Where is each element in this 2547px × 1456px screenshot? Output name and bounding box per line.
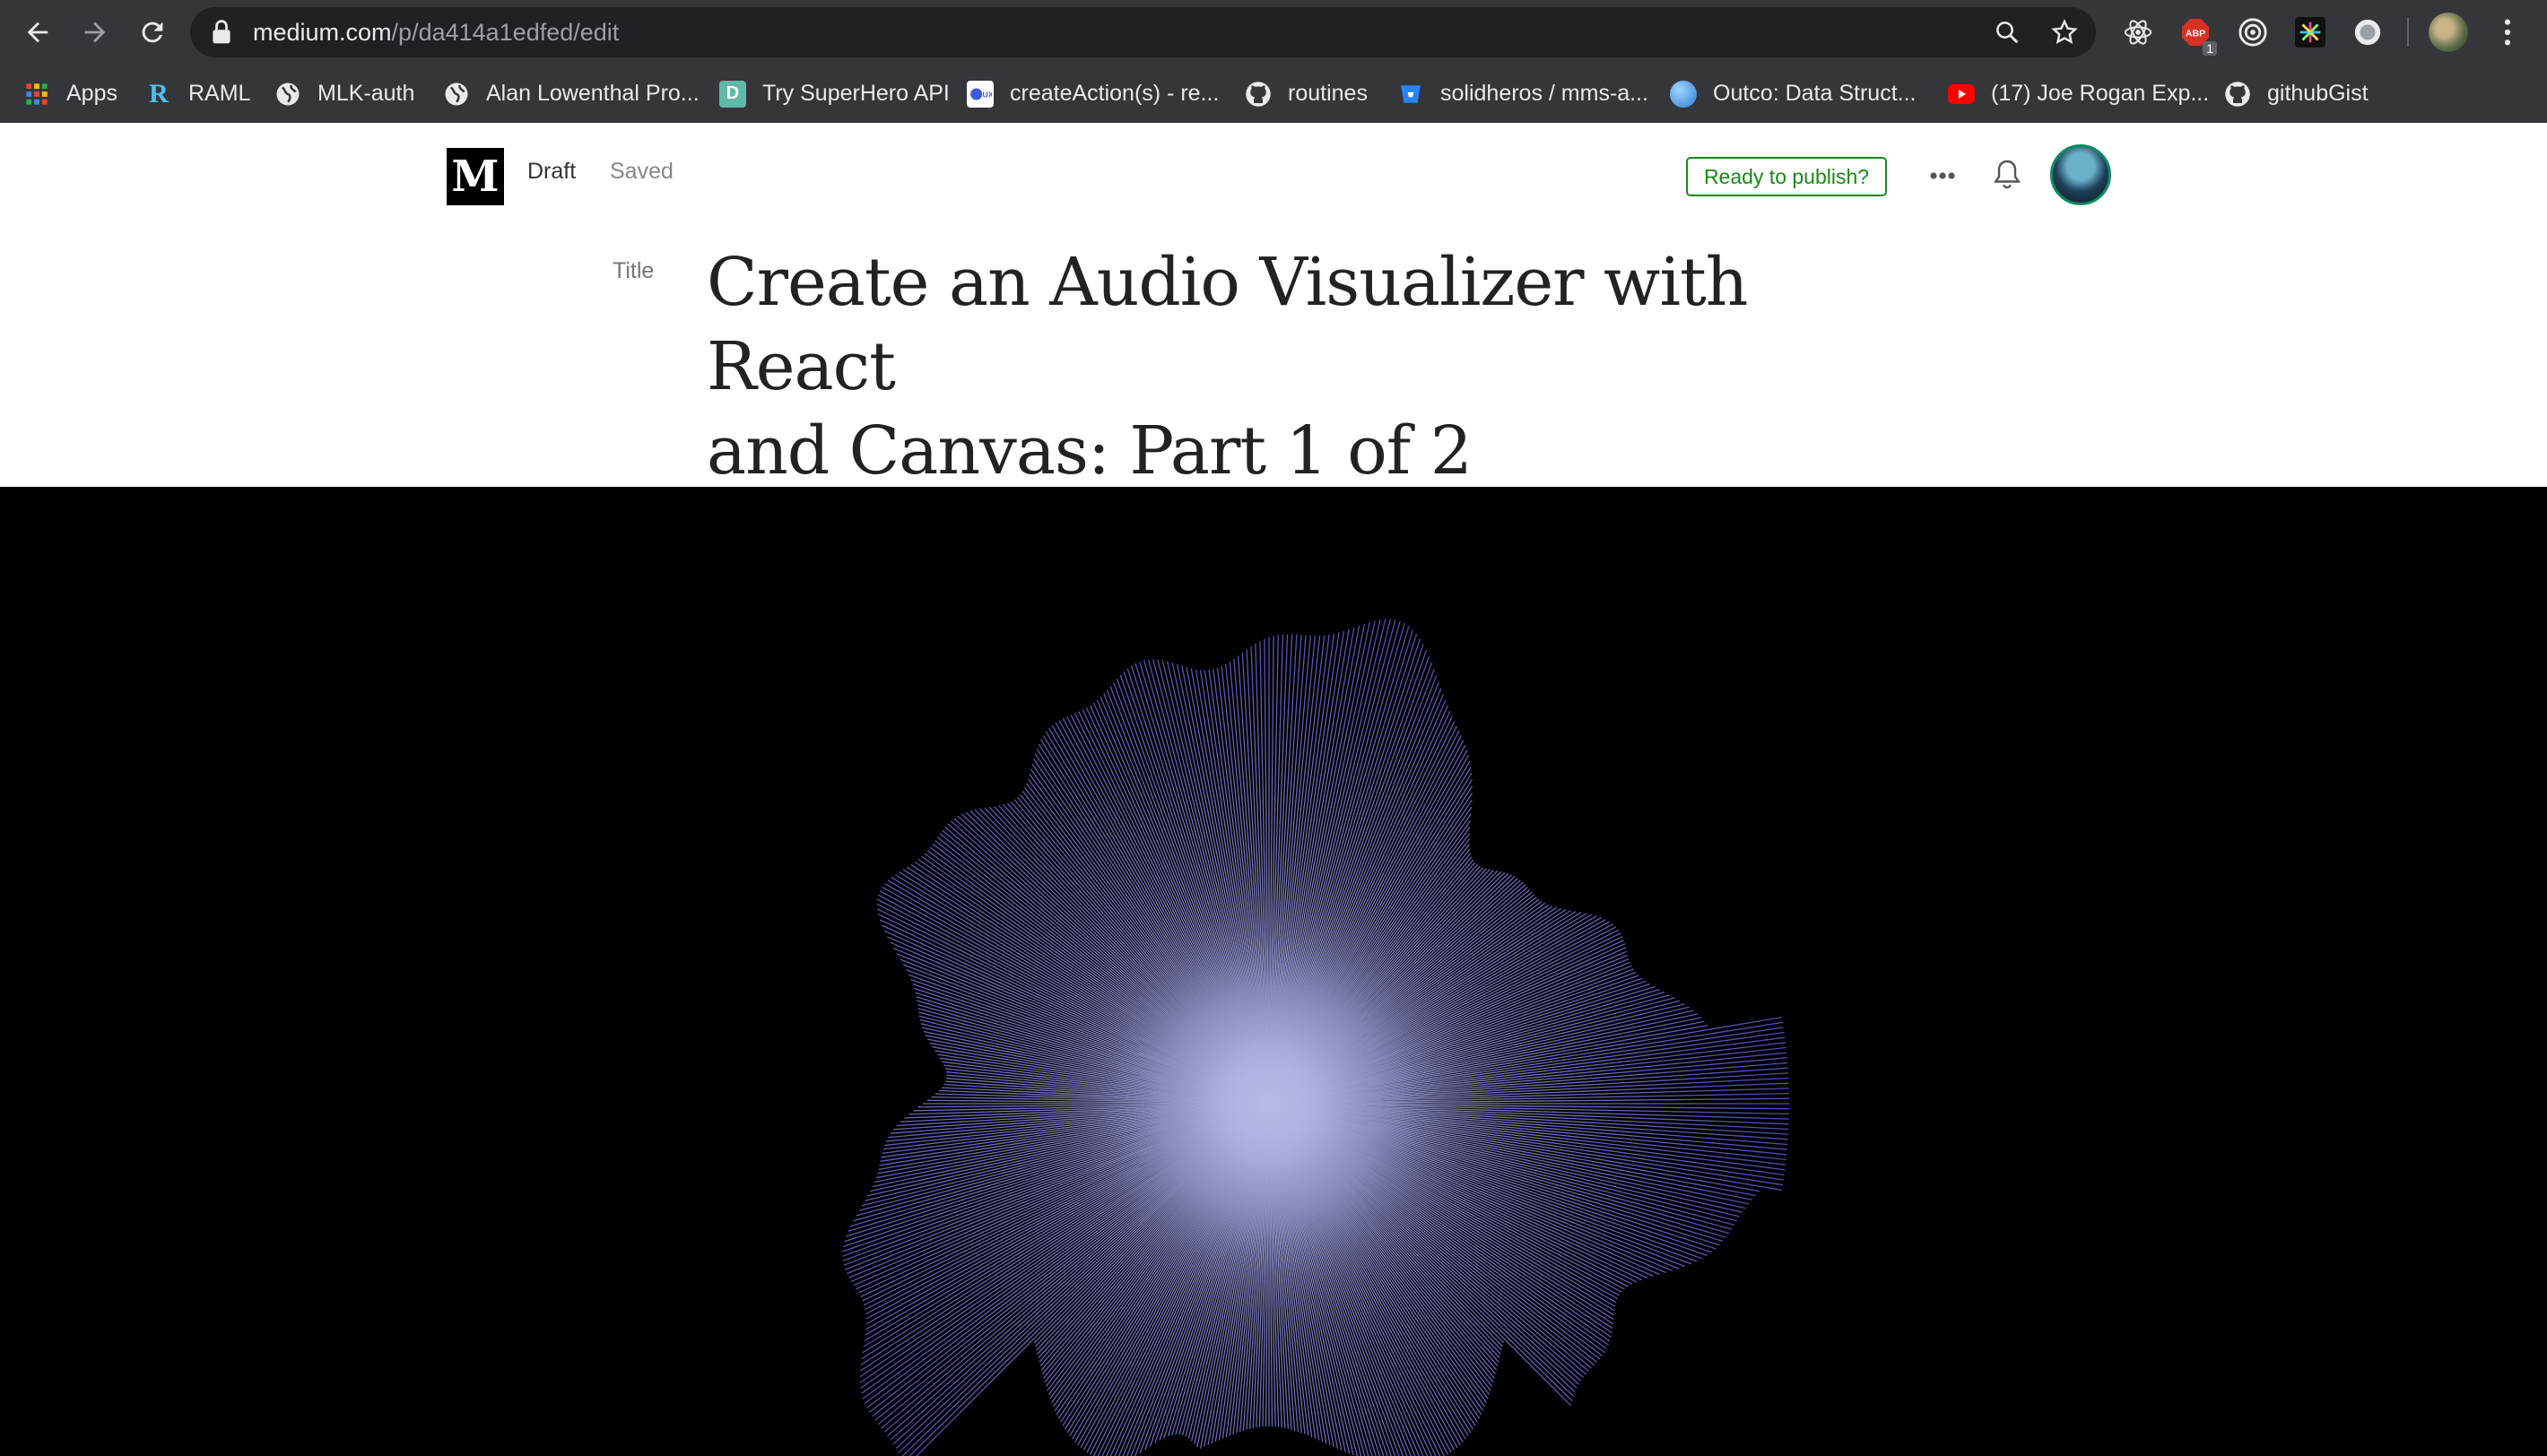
reload-button[interactable] xyxy=(133,13,172,52)
apps-grid-icon xyxy=(23,81,50,108)
bookmark-apps[interactable]: Apps xyxy=(23,65,117,123)
browser-chrome: medium.com/p/da414a1edfed/edit ABP 1 App… xyxy=(0,0,2547,123)
bookmarks-bar: Apps R RAML MLK-auth Alan Lowenthal Pro.… xyxy=(0,65,2547,123)
bookmark-outco[interactable]: Outco: Data Struct... xyxy=(1670,65,1916,123)
lock-icon xyxy=(213,20,230,44)
editor-header: M Draft Saved Ready to publish? xyxy=(0,123,2547,230)
outco-icon xyxy=(1670,80,1697,108)
draft-status: Draft xyxy=(527,159,577,184)
article-title-line-2: and Canvas: Part 1 of 2 xyxy=(707,412,1473,490)
bookmark-label: Alan Lowenthal Pro... xyxy=(486,81,700,106)
visualizer-ray xyxy=(883,1103,1270,1433)
bitbucket-icon xyxy=(1397,81,1424,108)
bookmark-superhero-api[interactable]: D Try SuperHero API xyxy=(719,65,950,123)
address-bar[interactable]: medium.com/p/da414a1edfed/edit xyxy=(190,7,2096,57)
browser-toolbar: medium.com/p/da414a1edfed/edit ABP 1 xyxy=(0,0,2547,65)
toolbar-divider xyxy=(2407,18,2409,47)
svg-text:DUX: DUX xyxy=(977,90,992,99)
raml-icon: R xyxy=(149,78,169,108)
bookmark-youtube[interactable]: (17) Joe Rogan Exp... xyxy=(1948,65,2209,123)
github-icon xyxy=(1245,81,1272,108)
medium-logo[interactable]: M xyxy=(447,148,504,205)
back-arrow-icon xyxy=(27,22,48,43)
d-icon: D xyxy=(719,80,746,108)
bookmark-solidheros[interactable]: solidheros / mms-a... xyxy=(1397,65,1648,123)
bookmark-label: (17) Joe Rogan Exp... xyxy=(1991,81,2210,106)
publish-button[interactable]: Ready to publish? xyxy=(1686,157,1887,196)
record-icon[interactable] xyxy=(2350,14,2386,50)
target-icon[interactable] xyxy=(2235,14,2271,50)
bookmark-label: Try SuperHero API xyxy=(762,81,950,106)
bookmark-createaction[interactable]: DUX createAction(s) - re... xyxy=(967,65,1219,123)
bookmark-star-icon[interactable] xyxy=(2048,16,2081,48)
user-avatar[interactable] xyxy=(2050,144,2111,205)
bookmark-alan-lowenthal[interactable]: Alan Lowenthal Pro... xyxy=(443,65,700,123)
duck-icon: DUX xyxy=(967,80,994,108)
youtube-icon xyxy=(1948,81,1975,108)
reload-icon xyxy=(142,22,163,43)
chrome-menu-icon[interactable] xyxy=(2490,14,2525,50)
saved-status: Saved xyxy=(610,159,674,184)
adblock-badge: 1 xyxy=(2203,41,2217,56)
bookmark-label: solidheros / mms-a... xyxy=(1440,81,1649,106)
article-title-line-1: Create an Audio Visualizer with React xyxy=(707,244,1748,405)
github-icon xyxy=(2224,81,2251,108)
hero-image[interactable] xyxy=(0,487,2547,1456)
title-field-label: Title xyxy=(613,258,655,283)
url-host: medium.com xyxy=(253,19,392,46)
adblock-icon[interactable]: ABP 1 xyxy=(2178,14,2217,56)
more-options-icon[interactable] xyxy=(1926,162,1959,189)
bookmark-routines[interactable]: routines xyxy=(1245,65,1368,123)
bookmark-label: createAction(s) - re... xyxy=(1010,81,1220,106)
profile-avatar[interactable] xyxy=(2429,13,2468,52)
url-path: /p/da414a1edfed/edit xyxy=(391,19,620,46)
forward-arrow-icon xyxy=(84,22,106,43)
globe-icon xyxy=(274,81,301,108)
react-devtools-icon[interactable] xyxy=(2120,14,2156,50)
bookmark-label: githubGist xyxy=(2267,81,2369,106)
zoom-icon[interactable] xyxy=(1991,16,2023,48)
bookmark-label: Apps xyxy=(66,81,117,106)
url-text: medium.com/p/da414a1edfed/edit xyxy=(253,7,619,57)
pinwheel-icon[interactable] xyxy=(2292,14,2328,50)
bookmark-label: MLK-auth xyxy=(317,81,415,106)
bookmark-githubgist[interactable]: githubGist xyxy=(2224,65,2369,123)
globe-icon xyxy=(443,81,470,108)
bookmark-mlk-auth[interactable]: MLK-auth xyxy=(274,65,414,123)
article-title[interactable]: Create an Audio Visualizer with React an… xyxy=(707,240,1873,493)
bookmark-label: RAML xyxy=(188,81,251,106)
audio-visualizer-graphic xyxy=(841,619,1790,1456)
notification-bell-icon[interactable] xyxy=(1991,157,2023,193)
bookmark-label: routines xyxy=(1288,81,1368,106)
svg-text:ABP: ABP xyxy=(2186,29,2205,39)
bookmark-raml[interactable]: R RAML xyxy=(145,65,250,123)
bookmark-label: Outco: Data Struct... xyxy=(1713,81,1917,106)
visualizer-rays xyxy=(841,619,1790,1456)
back-button[interactable] xyxy=(18,13,57,52)
forward-button[interactable] xyxy=(75,13,115,52)
